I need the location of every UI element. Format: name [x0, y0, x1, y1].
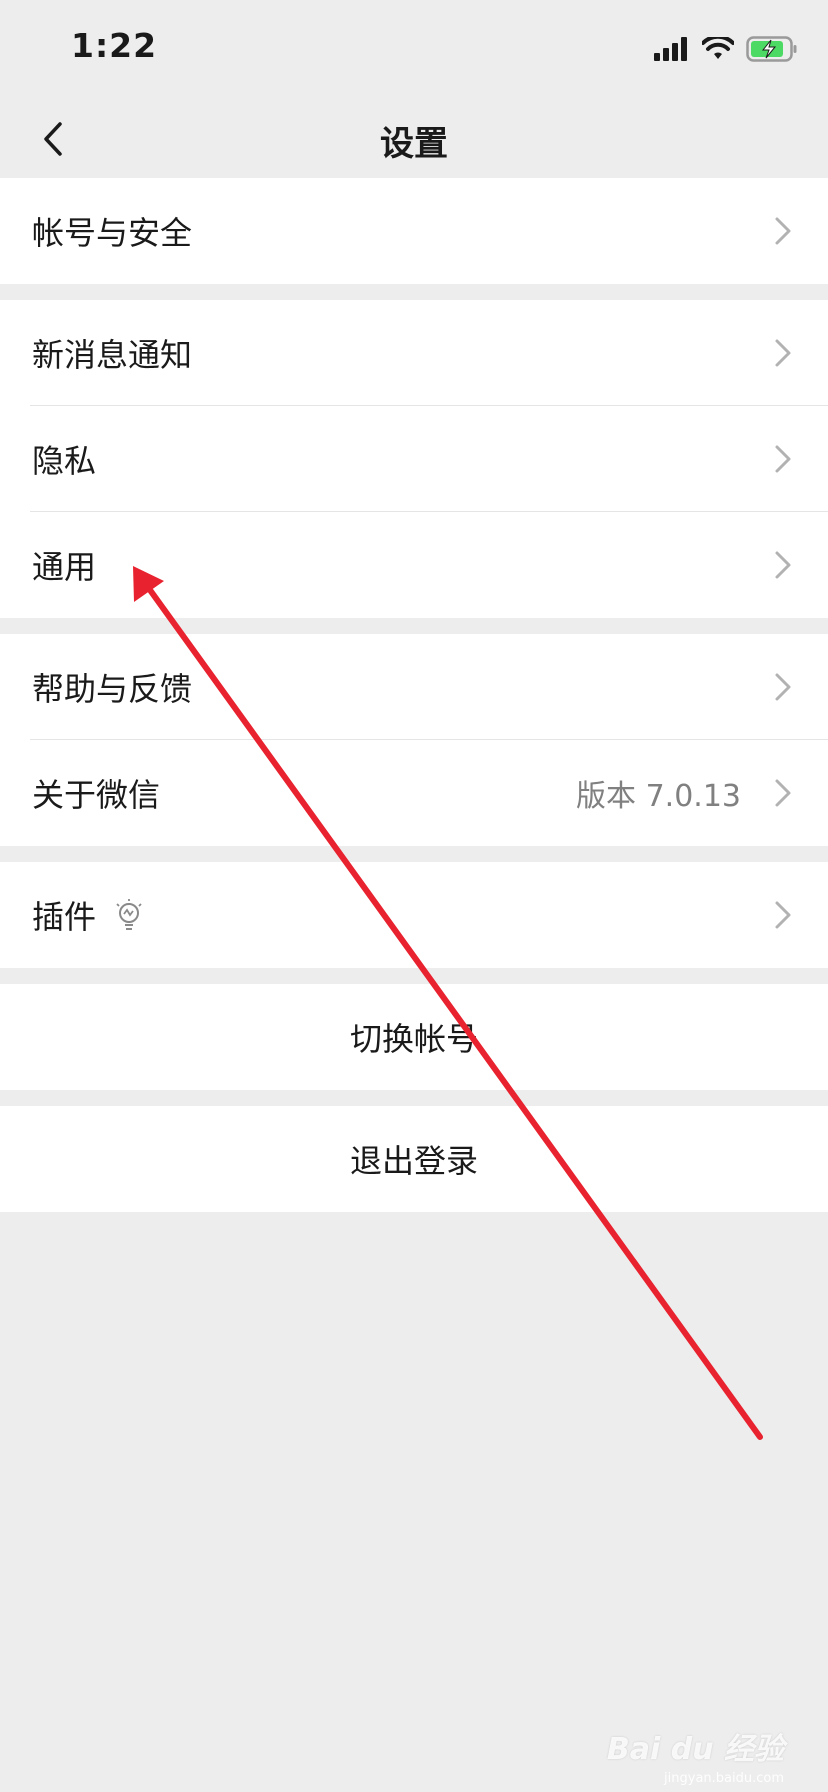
chevron-right-icon	[775, 901, 791, 929]
settings-section-help: 帮助与反馈 关于微信 版本 7.0.13	[0, 634, 828, 846]
logout-button[interactable]: 退出登录	[0, 1106, 828, 1212]
cell-label: 帐号与安全	[32, 214, 193, 252]
settings-section-general: 新消息通知 隐私 通用	[0, 300, 828, 618]
page-title: 设置	[380, 124, 448, 164]
status-time: 1:22	[71, 26, 158, 65]
baidu-watermark-url: jingyan.baidu.com	[664, 1771, 784, 1786]
nav-bar: 设置	[0, 100, 828, 178]
cell-plugins[interactable]: 插件	[0, 862, 828, 968]
lightbulb-icon	[116, 899, 142, 930]
cell-about-wechat[interactable]: 关于微信 版本 7.0.13	[0, 740, 828, 846]
cell-new-message-notification[interactable]: 新消息通知	[0, 300, 828, 406]
cell-label: 帮助与反馈	[32, 670, 193, 708]
chevron-right-icon	[775, 673, 791, 701]
cell-general[interactable]: 通用	[0, 512, 828, 618]
logout-label: 退出登录	[349, 1142, 478, 1180]
settings-section-plugins: 插件	[0, 862, 828, 968]
cellular-signal-icon	[654, 37, 687, 61]
logout-section: 退出登录	[0, 1106, 828, 1212]
settings-section-account: 帐号与安全	[0, 178, 828, 284]
status-bar: 1:22	[0, 0, 828, 100]
cell-account-security[interactable]: 帐号与安全	[0, 178, 828, 284]
chevron-right-icon	[775, 779, 791, 807]
wifi-icon	[702, 37, 734, 59]
cell-privacy[interactable]: 隐私	[0, 406, 828, 512]
battery-charging-icon	[746, 36, 797, 62]
switch-account-button[interactable]: 切换帐号	[0, 984, 828, 1090]
version-value: 版本 7.0.13	[576, 779, 741, 814]
cell-label: 新消息通知	[32, 336, 193, 374]
chevron-right-icon	[775, 217, 791, 245]
status-icons	[654, 34, 798, 64]
cell-label: 隐私	[32, 442, 97, 480]
switch-account-label: 切换帐号	[349, 1020, 478, 1058]
cell-label: 关于微信	[32, 776, 161, 814]
baidu-watermark: Bai du 经验	[606, 1732, 784, 1767]
chevron-right-icon	[775, 551, 791, 579]
chevron-right-icon	[775, 339, 791, 367]
switch-account-section: 切换帐号	[0, 984, 828, 1090]
chevron-right-icon	[775, 445, 791, 473]
cell-label: 插件	[32, 898, 97, 936]
cell-help-feedback[interactable]: 帮助与反馈	[0, 634, 828, 740]
cell-label: 通用	[32, 548, 97, 586]
